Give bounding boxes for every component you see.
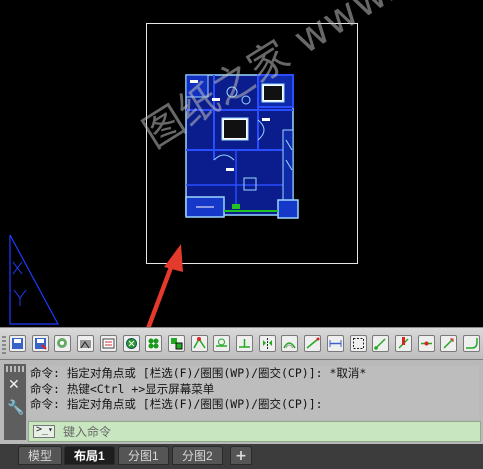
command-input-bar[interactable]: >_ ▾ bbox=[28, 421, 481, 442]
command-line-panel: ✕ 🔧 命令: 指定对角点或 [栏选(F)/圈围(WP)/圈交(CP)]: *取… bbox=[0, 360, 483, 444]
command-history-line: 命令: 热键<Ctrl +>显示屏幕菜单 bbox=[30, 381, 215, 396]
offset-icon[interactable] bbox=[281, 335, 299, 352]
break-icon[interactable] bbox=[394, 335, 412, 352]
command-history-line: 命令: 指定对角点或 [栏选(F)/圈围(WP)/圈交(CP)]: bbox=[30, 397, 323, 411]
command-history: 命令: 指定对角点或 [栏选(F)/圈围(WP)/圈交(CP)]: *取消* 命… bbox=[28, 366, 479, 419]
command-history-line: 命令: 指定对角点或 [栏选(F)/圈围(WP)/圈交(CP)]: *取消* bbox=[30, 366, 367, 380]
publish-icon[interactable] bbox=[54, 335, 72, 352]
add-tab-button[interactable]: + bbox=[230, 446, 252, 465]
fillet-icon[interactable] bbox=[463, 335, 480, 352]
close-icon[interactable]: ✕ bbox=[8, 378, 20, 392]
tab-model[interactable]: 模型 bbox=[18, 446, 63, 465]
print-preview-icon[interactable] bbox=[99, 335, 117, 352]
node-snap-icon[interactable] bbox=[190, 335, 208, 352]
match-properties-icon[interactable] bbox=[77, 335, 95, 352]
command-prompt-icon[interactable]: >_ ▾ bbox=[33, 424, 55, 438]
command-input[interactable] bbox=[63, 424, 473, 439]
circle-grid-icon[interactable] bbox=[145, 335, 163, 352]
tab-layout1[interactable]: 布局1 bbox=[64, 446, 115, 465]
layout-tab-bar: 模型 布局1 分图1 分图2 + bbox=[0, 444, 483, 469]
wrench-icon[interactable]: 🔧 bbox=[7, 401, 24, 415]
tangent-snap-icon[interactable] bbox=[213, 335, 231, 352]
save-icon[interactable] bbox=[9, 335, 26, 352]
isolate-icon[interactable] bbox=[122, 335, 140, 352]
dimension-icon[interactable] bbox=[326, 335, 344, 352]
measure-icon[interactable] bbox=[304, 335, 322, 352]
mirror-icon[interactable] bbox=[258, 335, 276, 352]
polyline-edit-icon[interactable] bbox=[372, 335, 390, 352]
tab-subplot1[interactable]: 分图1 bbox=[118, 446, 169, 465]
window-select-icon[interactable] bbox=[349, 335, 367, 352]
trim-icon[interactable] bbox=[440, 335, 458, 352]
save-as-icon[interactable] bbox=[31, 335, 49, 352]
panel-grip[interactable] bbox=[6, 366, 24, 372]
command-panel-sidebar: ✕ 🔧 bbox=[4, 364, 26, 440]
layer-state-icon[interactable] bbox=[167, 335, 185, 352]
extend-icon[interactable] bbox=[417, 335, 435, 352]
bottom-toolbar bbox=[0, 327, 483, 360]
toolbar-grip[interactable] bbox=[2, 336, 6, 354]
ucs-triangle-icon bbox=[9, 234, 60, 325]
drawing-canvas[interactable]: 图纸之家 www.zzzcad.com bbox=[0, 0, 483, 327]
tab-subplot2[interactable]: 分图2 bbox=[172, 446, 223, 465]
perpendicular-snap-icon[interactable] bbox=[236, 335, 253, 352]
